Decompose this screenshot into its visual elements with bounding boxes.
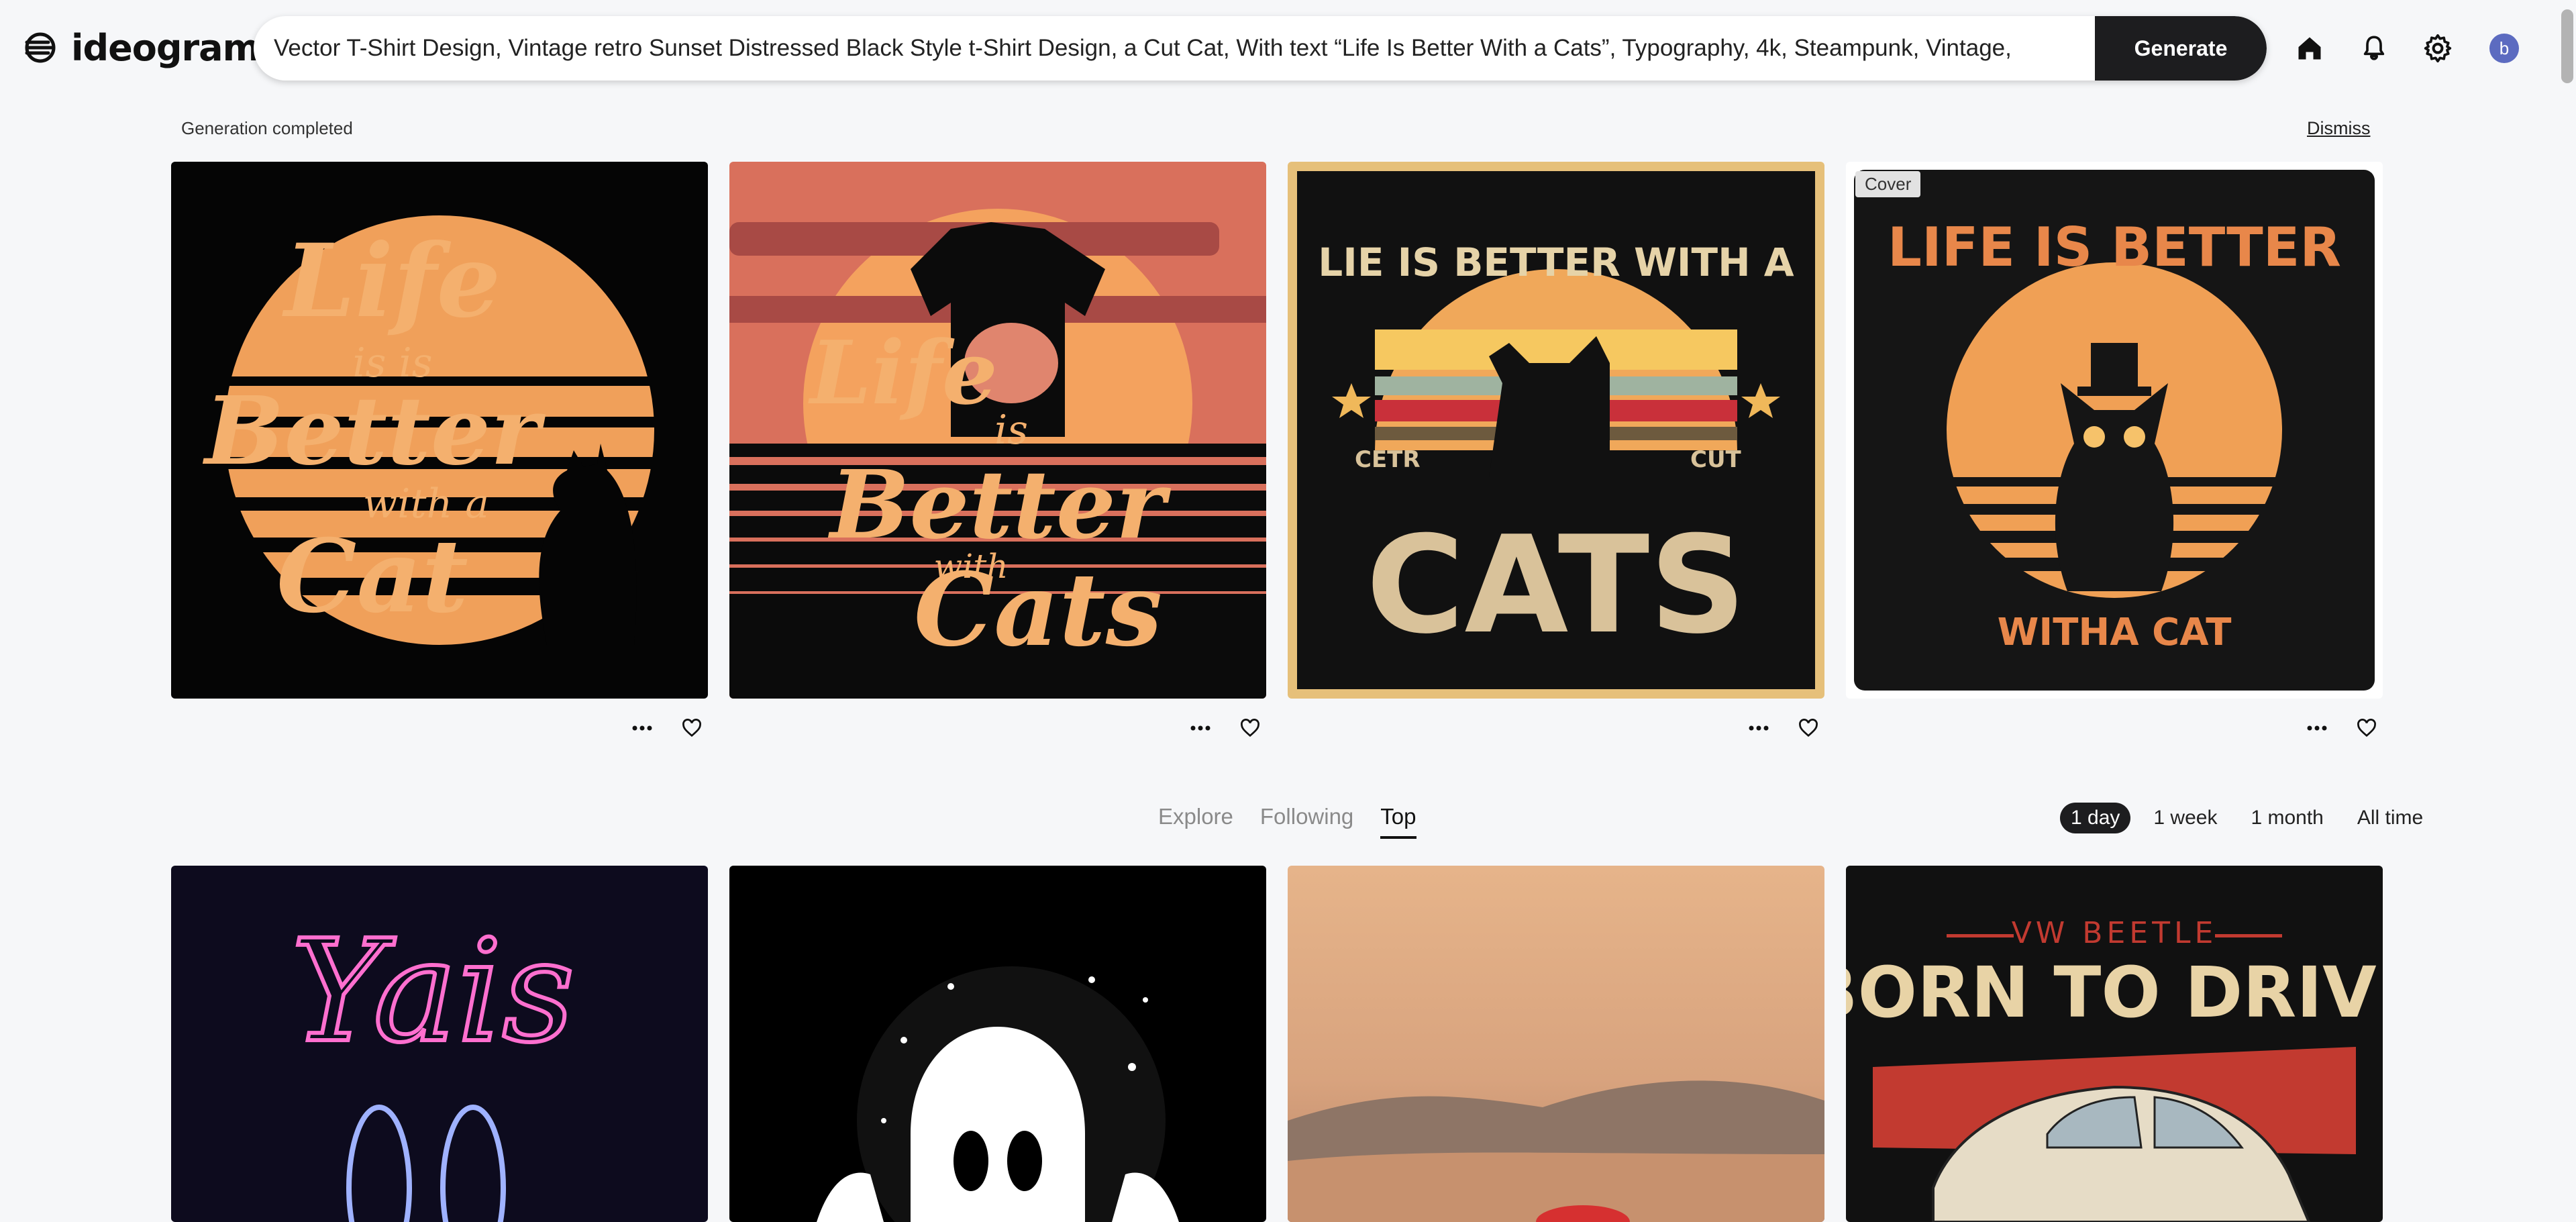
heart-icon[interactable] bbox=[680, 717, 703, 740]
dismiss-link[interactable]: Dismiss bbox=[2307, 118, 2371, 139]
more-options-icon[interactable] bbox=[2306, 717, 2328, 740]
generate-button[interactable]: Generate bbox=[2095, 16, 2267, 81]
generated-image-3[interactable]: LIE IS BETTER WITH A CETR CUT CATS bbox=[1288, 162, 1824, 699]
feed-image-1[interactable]: Yais bbox=[171, 866, 708, 1222]
generation-status: Generation completed bbox=[181, 118, 353, 138]
feed-image-4[interactable]: VW BEETLE BORN TO DRIVE bbox=[1846, 866, 2383, 1222]
heart-icon[interactable] bbox=[1239, 717, 1261, 740]
card3-arc-text: LIE IS BETTER WITH A bbox=[1318, 240, 1794, 285]
range-1-week[interactable]: 1 week bbox=[2143, 803, 2228, 833]
bell-icon[interactable] bbox=[2355, 30, 2393, 67]
card2-title: Life bbox=[807, 321, 997, 424]
neon-yais-image: Yais bbox=[171, 866, 708, 1222]
scrollbar-thumb[interactable] bbox=[2561, 9, 2573, 83]
feed-tabs: Explore Following Top bbox=[1158, 804, 1416, 839]
ideogram-logo[interactable]: ideogram bbox=[21, 24, 260, 71]
home-icon[interactable] bbox=[2291, 30, 2328, 67]
range-all-time[interactable]: All time bbox=[2347, 803, 2434, 833]
heart-icon[interactable] bbox=[1797, 717, 1820, 740]
range-1-month[interactable]: 1 month bbox=[2240, 803, 2334, 833]
desert-landscape-image bbox=[1288, 866, 1824, 1222]
card1-line5: Cat bbox=[276, 517, 468, 635]
steampunk-cats-image: LIE IS BETTER WITH A CETR CUT CATS bbox=[1288, 162, 1824, 699]
ideogram-logo-icon bbox=[25, 32, 56, 63]
feed-image-2[interactable] bbox=[729, 866, 1266, 1222]
user-avatar[interactable]: b bbox=[2489, 34, 2519, 63]
vw-beetle-image: VW BEETLE BORN TO DRIVE bbox=[1846, 866, 2383, 1222]
card3-big-text: CATS bbox=[1366, 507, 1747, 664]
card2-actions bbox=[1189, 712, 1261, 744]
feed4-subtitle: VW BEETLE bbox=[2012, 916, 2218, 950]
card4-arc-text: LIFE IS BETTER bbox=[1888, 216, 2341, 278]
tab-following[interactable]: Following bbox=[1260, 804, 1353, 839]
feed-image-3[interactable] bbox=[1288, 866, 1824, 1222]
life-better-cat-image: Life is is Better with a Cat bbox=[171, 162, 708, 699]
card1-title: Life bbox=[282, 222, 501, 340]
generated-image-2[interactable]: Life is Better with Cats bbox=[729, 162, 1266, 699]
ghost-image bbox=[729, 866, 1266, 1222]
cover-badge: Cover bbox=[1855, 171, 1921, 197]
more-options-icon[interactable] bbox=[1189, 717, 1212, 740]
tab-explore[interactable]: Explore bbox=[1158, 804, 1233, 839]
card2-line2: is bbox=[994, 407, 1028, 454]
feed1-neon-text: Yais bbox=[291, 909, 574, 1074]
top-bar: ideogram Generate b bbox=[0, 0, 2576, 97]
generated-image-1[interactable]: Life is is Better with a Cat bbox=[171, 162, 708, 699]
app-name: ideogram bbox=[71, 26, 260, 69]
prompt-input[interactable] bbox=[274, 16, 2099, 81]
time-range-filter: 1 day 1 week 1 month All time bbox=[2060, 803, 2434, 833]
card2-line5: Cats bbox=[914, 551, 1162, 669]
more-options-icon[interactable] bbox=[1747, 717, 1770, 740]
prompt-bar: Generate bbox=[254, 16, 2267, 81]
gear-icon[interactable] bbox=[2419, 30, 2457, 67]
life-better-cats-tshirt-image: Life is Better with Cats bbox=[729, 162, 1266, 699]
card3-right-label: CUT bbox=[1690, 446, 1742, 473]
card3-actions bbox=[1747, 712, 1820, 744]
tab-top[interactable]: Top bbox=[1380, 804, 1416, 839]
card1-actions bbox=[631, 712, 703, 744]
feed4-title: BORN TO DRIVE bbox=[1846, 952, 2383, 1033]
range-1-day[interactable]: 1 day bbox=[2060, 803, 2131, 833]
card2-line3: Better bbox=[827, 450, 1172, 560]
card4-bottom-text: WITHA CAT bbox=[1998, 611, 2232, 654]
heart-icon[interactable] bbox=[2355, 717, 2378, 740]
generated-image-4[interactable]: LIFE IS BETTER WITHA CAT Cover bbox=[1846, 162, 2383, 699]
card1-line3: Better bbox=[202, 376, 546, 487]
card3-left-label: CETR bbox=[1355, 446, 1421, 473]
card4-actions bbox=[2306, 712, 2378, 744]
life-better-cat-badge-image: LIFE IS BETTER WITHA CAT bbox=[1846, 162, 2383, 699]
more-options-icon[interactable] bbox=[631, 717, 654, 740]
